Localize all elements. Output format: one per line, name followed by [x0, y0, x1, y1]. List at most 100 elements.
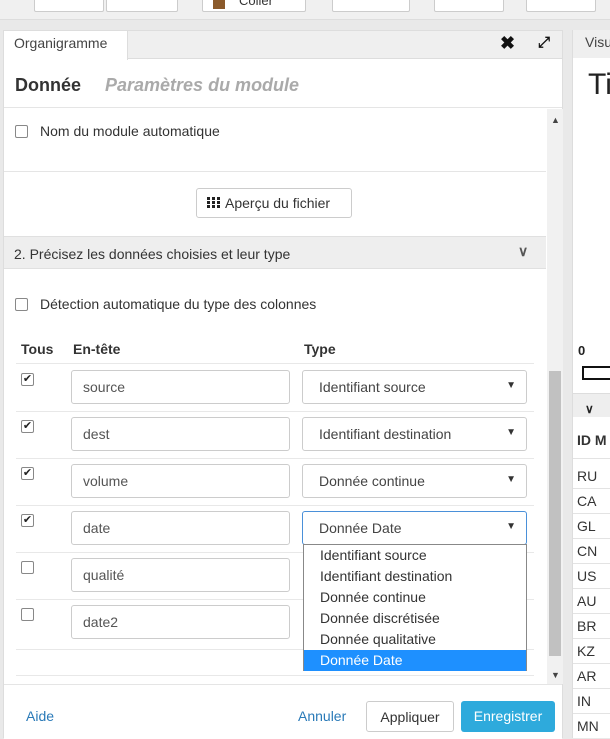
scroll-down-icon[interactable]: ▼ [551, 670, 560, 680]
toolbar-button[interactable] [34, 0, 104, 12]
dropdown-option[interactable]: Donnée qualitative [304, 629, 526, 650]
divider [573, 638, 610, 639]
divider [16, 675, 534, 676]
apercu-button[interactable]: Aperçu du fichier [196, 188, 352, 218]
row-checkbox[interactable]: ✔ [21, 420, 34, 433]
section-title: 2. Précisez les données choisies et leur… [14, 246, 291, 262]
toolbar-button[interactable] [526, 0, 596, 12]
divider [16, 363, 534, 364]
divider [573, 588, 610, 589]
type-select[interactable]: Identifiant destination ▼ [302, 417, 527, 451]
type-select-value: Identifiant source [319, 379, 426, 395]
apply-button[interactable]: Appliquer [366, 701, 454, 732]
dropdown-option-selected[interactable]: Donnée Date [304, 650, 526, 671]
type-select-value: Donnée continue [319, 473, 425, 489]
table-cell: AR [577, 668, 597, 684]
module-header: Donnée Paramètres du module [4, 60, 562, 108]
divider [573, 663, 610, 664]
divider [16, 458, 534, 459]
header-input[interactable]: dest [71, 417, 290, 451]
type-select[interactable]: Identifiant source ▼ [302, 370, 527, 404]
divider [4, 171, 546, 172]
column-header-all[interactable]: Tous [21, 341, 53, 357]
row-checkbox[interactable]: ✔ [21, 467, 34, 480]
auto-detect-label: Détection automatique du type des colonn… [40, 296, 317, 312]
dropdown-option[interactable]: Donnée discrétisée [304, 608, 526, 629]
header-input[interactable]: date2 [71, 605, 290, 639]
divider [573, 488, 610, 489]
type-select[interactable]: Donnée continue ▼ [302, 464, 527, 498]
legend-bar [582, 366, 610, 380]
visualization-panel: Visu Ti 0 ∨ ID M RU CA GL CN US AU BR KZ… [572, 30, 610, 738]
caret-down-icon: ▼ [506, 427, 516, 438]
type-select-open[interactable]: Donnée Date ▼ [302, 511, 527, 545]
column-header-type: Type [304, 341, 336, 357]
divider [573, 513, 610, 514]
toolbar-button[interactable] [106, 0, 178, 12]
divider [573, 538, 610, 539]
header-input[interactable]: volume [71, 464, 290, 498]
row-checkbox[interactable]: ✔ [21, 373, 34, 386]
row-checkbox[interactable] [21, 561, 34, 574]
visualization-title: Ti [588, 68, 610, 101]
module-params-tab[interactable]: Paramètres du module [105, 75, 299, 96]
module-title[interactable]: Donnée [15, 75, 81, 96]
apercu-label: Aperçu du fichier [225, 195, 331, 211]
header-input[interactable]: source [71, 370, 290, 404]
dropdown-option[interactable]: Donnée continue [304, 587, 526, 608]
row-checkbox[interactable]: ✔ [21, 514, 34, 527]
caret-down-icon: ▼ [506, 380, 516, 391]
table-cell: KZ [577, 643, 595, 659]
table-cell: AU [577, 593, 597, 609]
divider [573, 458, 610, 459]
module-panel: Organigramme ✖ ⤢ Donnée Paramètres du mo… [3, 30, 563, 739]
scrollbar-thumb[interactable] [549, 371, 561, 656]
paste-button[interactable]: Coller [202, 0, 306, 12]
scroll-up-icon[interactable]: ▲ [551, 115, 560, 125]
cancel-button[interactable]: Annuler [298, 708, 346, 724]
column-header-entete: En-tête [73, 341, 121, 357]
chevron-down-icon[interactable]: ∨ [585, 402, 594, 416]
toolbar-dropdown[interactable] [332, 0, 410, 12]
caret-down-icon: ▼ [506, 521, 516, 532]
divider [573, 613, 610, 614]
divider [573, 713, 610, 714]
divider [16, 411, 534, 412]
paste-label: Coller [239, 0, 273, 8]
legend-zero-label: 0 [578, 343, 586, 358]
type-select-value: Donnée Date [319, 520, 402, 536]
top-toolbar: Coller [0, 0, 610, 20]
type-dropdown-list: Identifiant source Identifiant destinati… [303, 544, 527, 671]
header-input[interactable]: qualité [71, 558, 290, 592]
panel-footer: Aide Annuler Appliquer Enregistrer [4, 684, 562, 739]
table-cell: RU [577, 468, 598, 484]
close-icon[interactable]: ✖ [500, 33, 515, 54]
row-checkbox[interactable] [21, 608, 34, 621]
table-cell: MN [577, 718, 599, 734]
tab-organigramme[interactable]: Organigramme [4, 31, 128, 60]
table-cell: CN [577, 543, 598, 559]
auto-name-checkbox[interactable] [15, 125, 28, 138]
chevron-down-icon[interactable]: ∨ [518, 243, 528, 260]
grid-icon [207, 197, 220, 209]
dropdown-option[interactable]: Identifiant destination [304, 566, 526, 587]
tab-visualisation[interactable]: Visu [573, 30, 610, 58]
dropdown-option[interactable]: Identifiant source [304, 545, 526, 566]
panel-tab-strip: Organigramme ✖ ⤢ [4, 31, 562, 60]
table-cell: US [577, 568, 597, 584]
expand-icon[interactable]: ⤢ [538, 34, 550, 51]
auto-name-label: Nom du module automatique [40, 123, 220, 139]
type-select-value: Identifiant destination [319, 426, 452, 442]
help-link[interactable]: Aide [26, 708, 54, 724]
divider [573, 563, 610, 564]
toolbar-button[interactable] [434, 0, 504, 12]
table-cell: GL [577, 518, 596, 534]
section-header[interactable]: 2. Précisez les données choisies et leur… [4, 236, 546, 269]
divider [573, 688, 610, 689]
header-input[interactable]: date [71, 511, 290, 545]
scrollbar[interactable]: ▲ ▼ [547, 109, 563, 684]
auto-detect-checkbox[interactable] [15, 298, 28, 311]
save-button[interactable]: Enregistrer [461, 701, 555, 732]
table-header-id[interactable]: ID M [577, 432, 607, 448]
clipboard-icon [213, 0, 225, 9]
